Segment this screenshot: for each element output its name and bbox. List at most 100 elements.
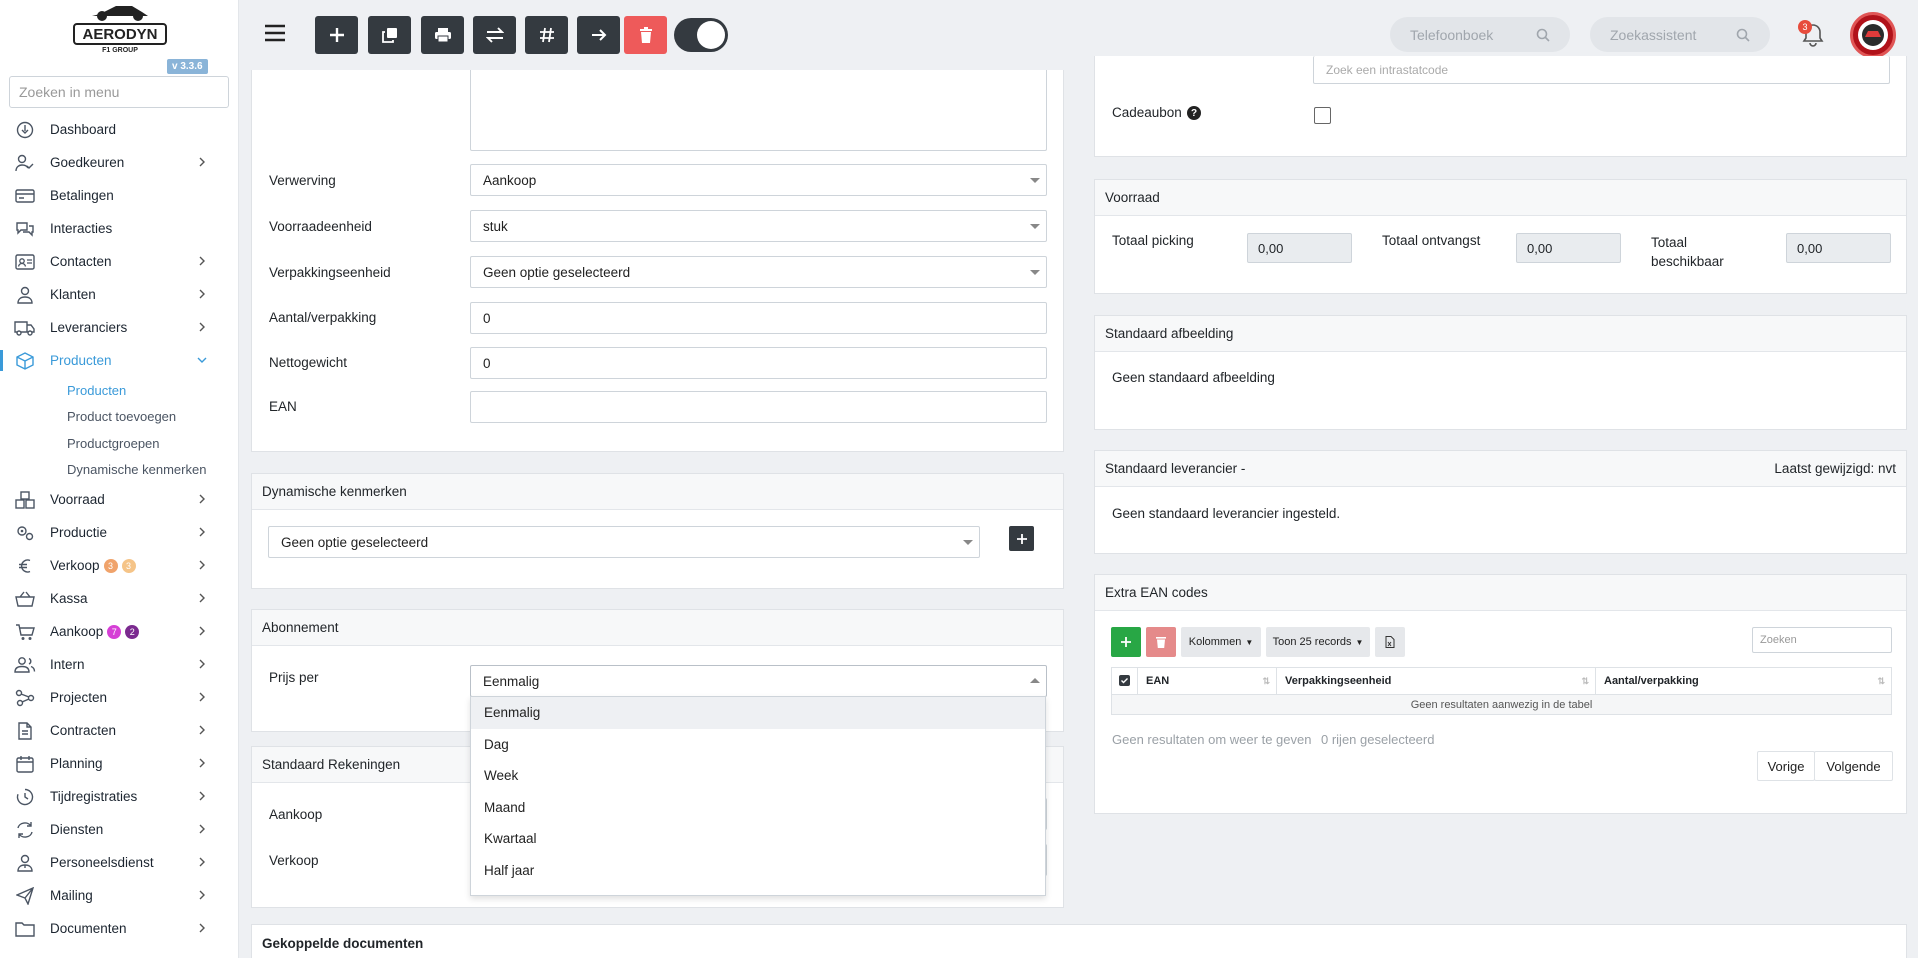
aantal-verpakking-input[interactable]: 0 — [470, 302, 1047, 334]
next-page-button[interactable]: Volgende — [1814, 751, 1893, 781]
option-half-jaar[interactable]: Half jaar — [471, 855, 1045, 887]
help-circle-icon[interactable]: ? — [1187, 106, 1201, 120]
delete-button[interactable] — [624, 16, 667, 54]
chevron-right-icon — [197, 857, 207, 867]
verwerving-value: Aankoop — [483, 172, 537, 188]
sidebar-subitem-product-toevoegen[interactable]: Product toevoegen — [0, 404, 238, 431]
prijs-per-label: Prijs per — [269, 670, 319, 685]
assistant-search-placeholder: Zoekassistent — [1610, 26, 1697, 43]
sidebar-subitem-producten[interactable]: Producten — [0, 377, 238, 404]
default-supplier-card: Standaard leverancier - Laatst gewijzigd… — [1094, 450, 1907, 554]
cadeaubon-checkbox[interactable] — [1314, 107, 1331, 124]
print-button[interactable] — [421, 16, 464, 54]
export-excel-button[interactable] — [1375, 627, 1405, 657]
sidebar-subitem-productgroepen[interactable]: Productgroepen — [0, 430, 238, 457]
sidebar-item-personeelsdienst[interactable]: Personeelsdienst — [0, 846, 238, 879]
chevron-right-icon — [197, 593, 207, 603]
sidebar-item-contracten[interactable]: Contracten — [0, 714, 238, 747]
swap-button[interactable] — [473, 16, 516, 54]
hamburger-menu-icon[interactable] — [264, 22, 286, 44]
select-all-cell — [1111, 667, 1138, 695]
option-eenmalig[interactable]: Eenmalig — [471, 697, 1045, 729]
sidebar-item-label: Verkoop — [50, 558, 100, 573]
default-image-header: Standaard afbeelding — [1095, 316, 1906, 352]
prijs-per-value: Eenmalig — [483, 673, 540, 689]
sidebar-item-label: Documenten — [50, 921, 127, 936]
sidebar-item-diensten[interactable]: Diensten — [0, 813, 238, 846]
verwerving-select[interactable]: Aankoop — [470, 164, 1047, 196]
assistant-search[interactable]: Zoekassistent — [1590, 17, 1770, 52]
option-maand[interactable]: Maand — [471, 792, 1045, 824]
chevron-right-icon — [197, 494, 207, 504]
delete-ean-button[interactable] — [1146, 627, 1176, 657]
select-all-checkbox[interactable] — [1119, 674, 1130, 686]
previous-page-button[interactable]: Vorige — [1757, 751, 1815, 781]
chevron-right-icon — [197, 791, 207, 801]
sidebar-item-goedkeuren[interactable]: Goedkeuren — [0, 146, 238, 179]
sidebar-item-contacten[interactable]: Contacten — [0, 245, 238, 278]
sidebar-item-leveranciers[interactable]: Leveranciers — [0, 311, 238, 344]
sidebar-item-label: Contracten — [50, 723, 117, 738]
phonebook-search[interactable]: Telefoonboek — [1390, 17, 1570, 52]
search-icon — [1536, 28, 1550, 42]
forward-button[interactable] — [577, 16, 620, 54]
duplicate-button[interactable] — [368, 16, 411, 54]
sidebar-subitem-dynamische-kenmerken[interactable]: Dynamische kenmerken — [0, 457, 238, 484]
sidebar-item-projecten[interactable]: Projecten — [0, 681, 238, 714]
option-jaar[interactable]: Jaar — [471, 886, 1045, 895]
aantal-verpakking-label: Aantal/verpakking — [269, 310, 377, 325]
chevron-right-icon — [197, 659, 207, 669]
add-ean-button[interactable] — [1111, 627, 1141, 657]
sidebar-item-mailing[interactable]: Mailing — [0, 879, 238, 912]
sidebar-item-kassa[interactable]: Kassa — [0, 582, 238, 615]
prijs-per-select[interactable]: Eenmalig — [470, 665, 1047, 697]
sidebar-item-betalingen[interactable]: Betalingen — [0, 179, 238, 212]
sidebar-item-intern[interactable]: Intern — [0, 648, 238, 681]
ean-table-search-input[interactable]: Zoeken — [1752, 627, 1892, 653]
option-week[interactable]: Week — [471, 760, 1045, 792]
sidebar-item-label: Kassa — [50, 591, 88, 606]
intrastat-select[interactable]: Zoek een intrastatcode — [1313, 56, 1890, 84]
verpakkingseenheid-select[interactable]: Geen optie geselecteerd — [470, 256, 1047, 288]
sidebar-item-tijdregistraties[interactable]: Tijdregistraties — [0, 780, 238, 813]
add-attribute-button[interactable] — [1009, 526, 1034, 551]
sidebar-item-aankoop[interactable]: Aankoop 7 2 — [0, 615, 238, 648]
columns-dropdown-button[interactable]: Kolommen ▼ — [1181, 627, 1261, 657]
description-textarea[interactable] — [470, 70, 1047, 151]
sidebar-item-planning[interactable]: Planning — [0, 747, 238, 780]
version-badge: v 3.3.6 — [167, 59, 208, 74]
menu-search-input[interactable] — [9, 76, 229, 108]
column-aantal-verpakking[interactable]: Aantal/verpakking ⇅ — [1596, 668, 1892, 695]
sidebar-item-documenten[interactable]: Documenten — [0, 912, 238, 945]
user-avatar[interactable] — [1850, 12, 1896, 58]
company-logo[interactable]: AERODYN F1 GROUP — [70, 0, 170, 56]
sidebar-item-label: Projecten — [50, 690, 108, 705]
euro-icon — [14, 556, 36, 576]
subscription-header: Abonnement — [252, 610, 1063, 646]
sidebar-item-label: Personeelsdienst — [50, 855, 154, 870]
number-button[interactable] — [525, 16, 568, 54]
mode-toggle-switch[interactable] — [674, 18, 728, 52]
dynamic-attributes-select[interactable]: Geen optie geselecteerd — [268, 526, 980, 558]
show-records-dropdown-button[interactable]: Toon 25 records ▼ — [1266, 627, 1370, 657]
sidebar-item-productie[interactable]: Productie — [0, 516, 238, 549]
ean-input[interactable] — [470, 391, 1047, 423]
nettogewicht-input[interactable]: 0 — [470, 347, 1047, 379]
sidebar-item-producten[interactable]: Producten — [0, 344, 238, 377]
chevron-right-icon — [197, 626, 207, 636]
ean-label: EAN — [269, 399, 297, 414]
option-dag[interactable]: Dag — [471, 729, 1045, 761]
column-verpakkingseenheid[interactable]: Verpakkingseenheid ⇅ — [1276, 667, 1596, 695]
sidebar-item-interacties[interactable]: Interacties — [0, 212, 238, 245]
linked-documents-header: Gekoppelde documenten — [252, 925, 1906, 958]
column-ean[interactable]: EAN ⇅ — [1137, 667, 1277, 695]
sidebar-item-voorraad[interactable]: Voorraad — [0, 483, 238, 516]
columns-label: Kolommen — [1188, 636, 1242, 648]
aankoop-account-label: Aankoop — [269, 807, 323, 822]
add-button[interactable] — [315, 16, 358, 54]
sidebar-item-klanten[interactable]: Klanten — [0, 278, 238, 311]
sidebar-item-dashboard[interactable]: Dashboard — [0, 113, 238, 146]
sidebar-item-verkoop[interactable]: Verkoop 3 3 — [0, 549, 238, 582]
voorraadeenheid-select[interactable]: stuk — [470, 210, 1047, 242]
option-kwartaal[interactable]: Kwartaal — [471, 823, 1045, 855]
